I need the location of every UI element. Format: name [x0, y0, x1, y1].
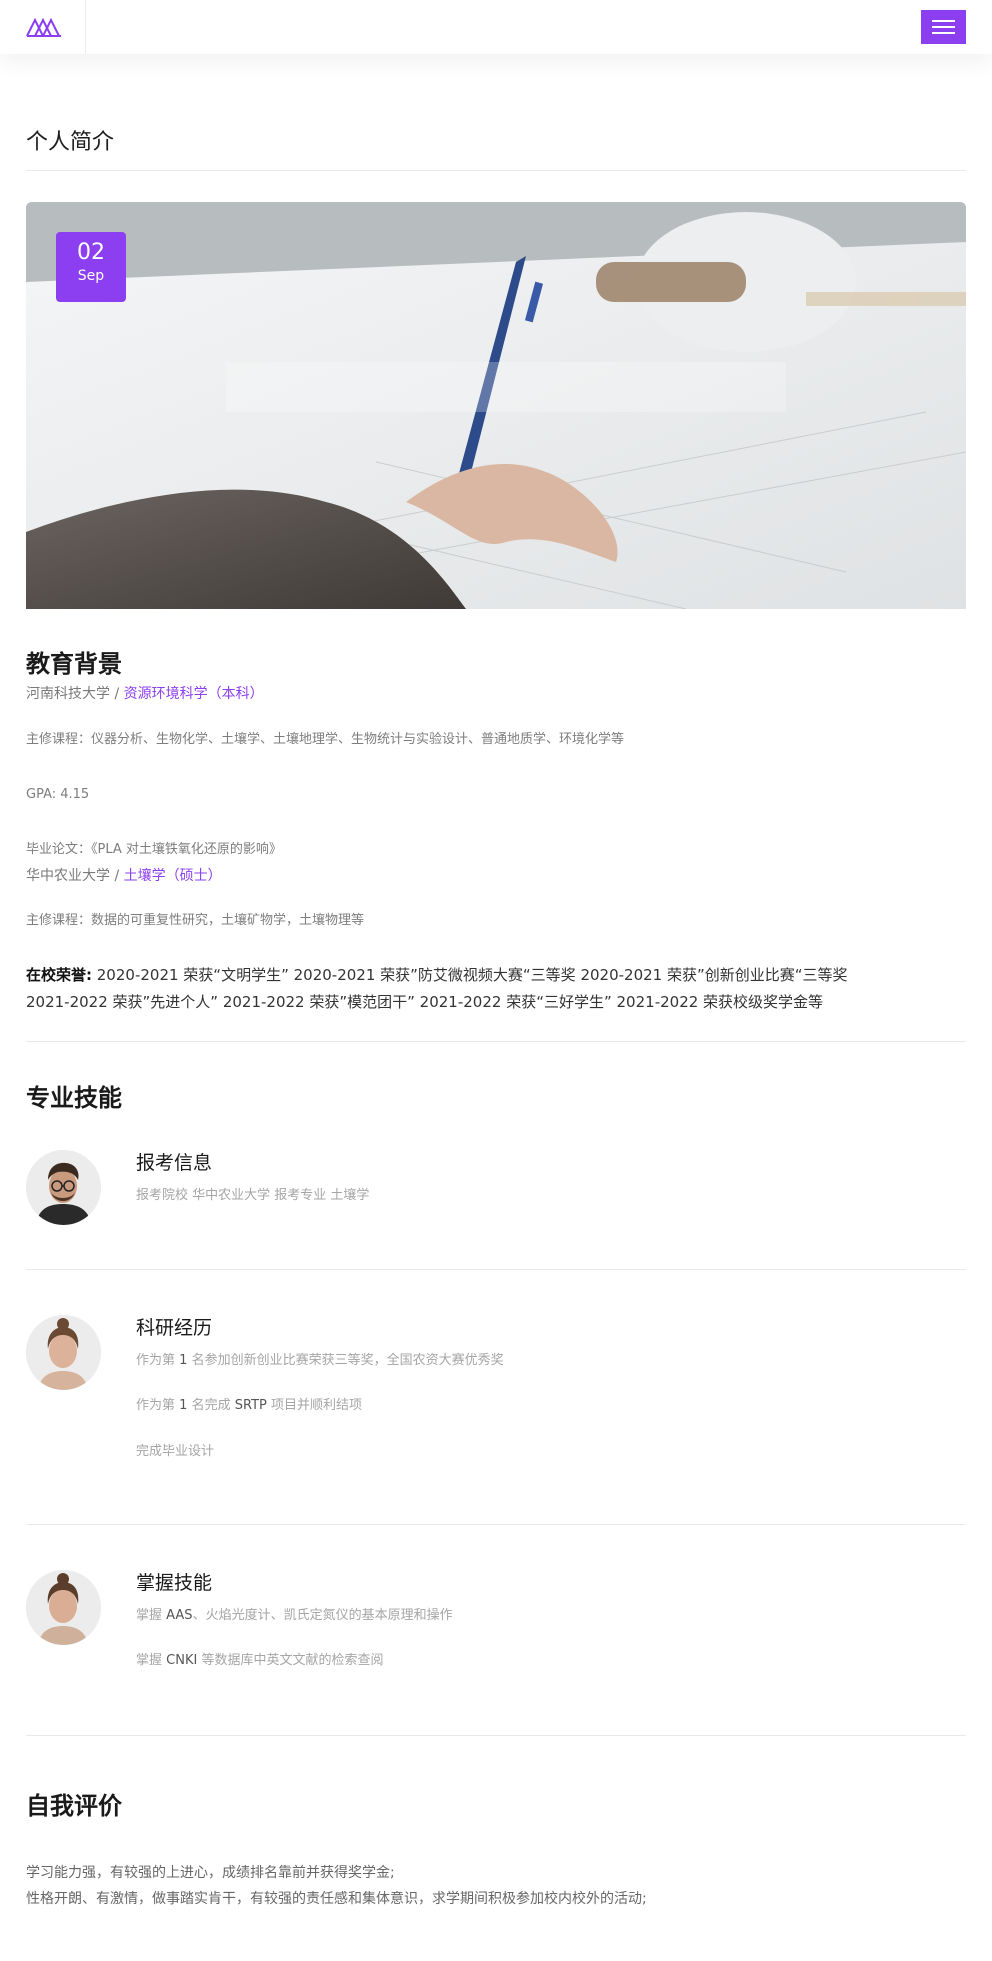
- separator: /: [114, 868, 120, 884]
- logo-link[interactable]: [0, 0, 86, 54]
- date-day: 02: [77, 240, 105, 265]
- divider: [26, 1735, 966, 1736]
- skill-item-title: 掌握技能: [136, 1572, 213, 1594]
- skill-item-text: 作为第 1 名参加创新创业比赛荣获三等奖，全国农资大赛优秀奖: [136, 1353, 504, 1368]
- skill-item-text: 报考院校 华中农业大学 报考专业 土壤学: [136, 1188, 370, 1203]
- skill-item-text: 作为第 1 名完成 SRTP 项目并顺利结项: [136, 1398, 363, 1413]
- school-name: 河南科技大学: [26, 686, 110, 702]
- male-glasses-avatar: [26, 1150, 101, 1225]
- hamburger-menu-icon: [932, 20, 955, 22]
- menu-button[interactable]: [921, 10, 966, 44]
- education-line-1: 河南科技大学 / 资源环境科学（本科）: [26, 684, 966, 704]
- skill-item-text: 掌握 AAS、火焰光度计、凯氏定氮仪的基本原理和操作: [136, 1608, 453, 1623]
- courses-text: 主修课程：数据的可重复性研究，土壤矿物学，土壤物理等: [26, 913, 365, 928]
- divider: [26, 1041, 966, 1042]
- honors-text: 在校荣誉: 2020-2021 荣获“文明学生” 2020-2021 荣获”防艾…: [26, 962, 966, 1016]
- separator: /: [114, 686, 120, 702]
- skill-item-text: 完成毕业设计: [136, 1444, 215, 1459]
- hero-image: 02 Sep: [26, 202, 966, 609]
- thesis-text: 毕业论文：《PLA 对土壤铁氧化还原的影响》: [26, 842, 282, 857]
- evaluation-heading: 自我评价: [26, 1792, 122, 1820]
- divider: [26, 170, 966, 171]
- female-avatar: [26, 1315, 101, 1390]
- courses-text: 主修课程：仪器分析、生物化学、土壤学、土壤地理学、生物统计与实验设计、普通地质学…: [26, 732, 625, 747]
- skills-heading: 专业技能: [26, 1084, 122, 1112]
- honors-line-1: 2020-2021 荣获“文明学生” 2020-2021 荣获”防艾微视频大赛“…: [92, 966, 848, 984]
- hand-writing-photo: [26, 202, 966, 609]
- skill-item-title: 科研经历: [136, 1317, 213, 1339]
- education-line-2: 华中农业大学 / 土壤学（硕士）: [26, 866, 966, 886]
- evaluation-line-2: 性格开朗、有激情，做事踏实肯干，有较强的责任感和集体意识，求学期间积极参加校内校…: [26, 1891, 647, 1907]
- date-badge: 02 Sep: [56, 232, 126, 302]
- evaluation-line-1: 学习能力强，有较强的上进心，成绩排名靠前并获得奖学金;: [26, 1865, 395, 1881]
- mountain-logo-icon: [26, 17, 61, 37]
- major-link[interactable]: 资源环境科学（本科）: [124, 686, 264, 702]
- education-heading: 教育背景: [26, 650, 122, 678]
- skill-item-title: 报考信息: [136, 1152, 213, 1174]
- date-month: Sep: [77, 268, 105, 284]
- honors-label: 在校荣誉:: [26, 966, 92, 984]
- divider: [26, 1269, 966, 1270]
- top-navbar: [0, 0, 992, 54]
- female-avatar: [26, 1570, 101, 1645]
- skill-item-text: 掌握 CNKI 等数据库中英文文献的检索查阅: [136, 1653, 384, 1668]
- intro-heading: 个人简介: [26, 130, 115, 155]
- school-name: 华中农业大学: [26, 868, 110, 884]
- gpa-text: GPA: 4.15: [26, 787, 90, 802]
- evaluation-text: 学习能力强，有较强的上进心，成绩排名靠前并获得奖学金; 性格开朗、有激情，做事踏…: [26, 1860, 966, 1912]
- major-link[interactable]: 土壤学（硕士）: [124, 868, 222, 884]
- honors-line-2: 2021-2022 荣获”先进个人” 2021-2022 荣获”模范团干” 20…: [26, 993, 824, 1011]
- divider: [26, 1524, 966, 1525]
